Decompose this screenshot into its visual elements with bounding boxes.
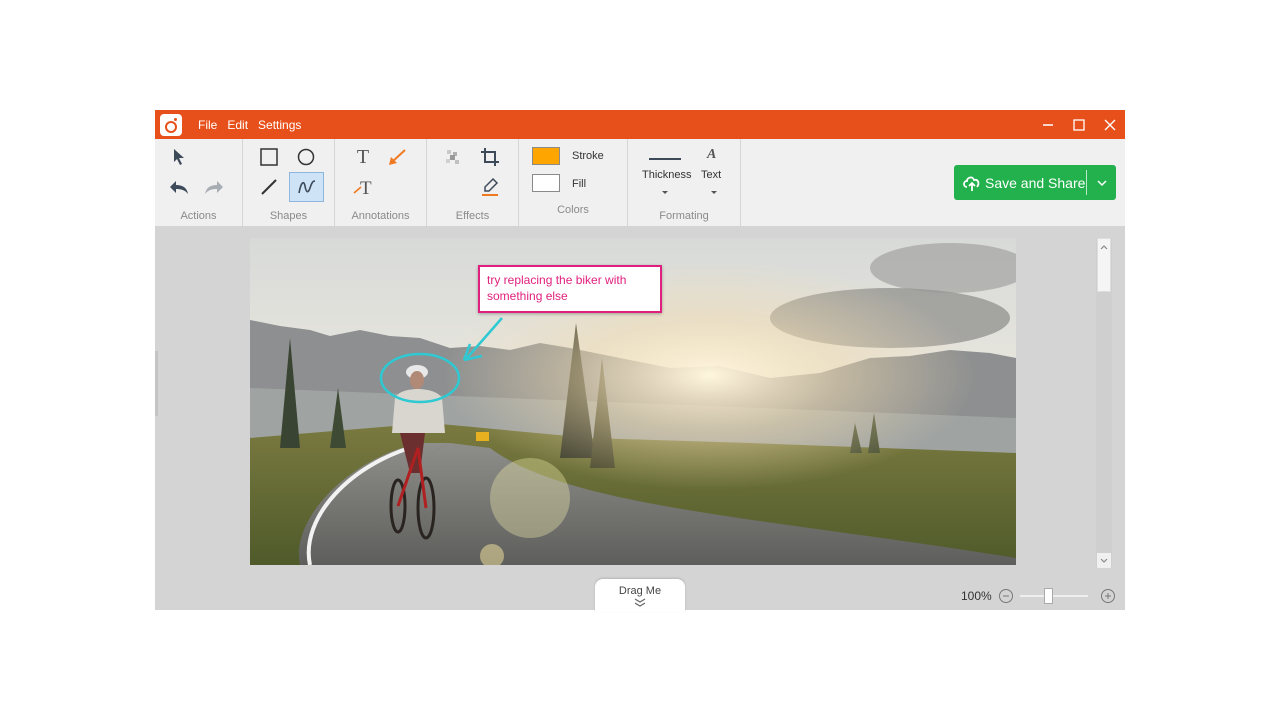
actions-label: Actions <box>180 210 217 222</box>
annotation-callout-box[interactable]: try replacing the biker with something e… <box>478 265 662 313</box>
cloud-upload-icon <box>963 176 980 191</box>
text-with-arrow-icon: T <box>353 178 372 197</box>
redo-icon <box>205 181 223 194</box>
group-actions: Actions <box>155 139 243 226</box>
scrollbar-thumb[interactable] <box>1097 238 1111 292</box>
font-italic-a-icon: A <box>707 147 717 162</box>
arrow-icon <box>389 149 406 165</box>
zoom-out-icon[interactable] <box>998 588 1014 604</box>
crop-icon <box>481 148 499 166</box>
highlighter-icon <box>482 177 499 196</box>
save-options-dropdown[interactable] <box>1087 165 1116 200</box>
menu-file[interactable]: File <box>198 118 217 132</box>
fill-color-swatch[interactable] <box>532 174 560 192</box>
menu-edit[interactable]: Edit <box>227 118 248 132</box>
chevron-down-small-icon <box>1100 558 1108 563</box>
drag-me-label: Drag Me <box>618 585 662 597</box>
colors-label: Colors <box>557 204 589 216</box>
chevron-up-icon <box>1100 245 1108 250</box>
thickness-label: Thickness <box>642 169 692 181</box>
stroke-label: Stroke <box>572 150 604 162</box>
thickness-line-icon <box>649 158 681 160</box>
close-button[interactable] <box>1094 110 1125 139</box>
save-and-share-label: Save and Share <box>985 174 1086 191</box>
app-window: File Edit Settings Actions Shapes T T An… <box>155 110 1125 612</box>
zoom-in-icon[interactable] <box>1100 588 1116 604</box>
annotations-label: Annotations <box>351 210 410 222</box>
maximize-button[interactable] <box>1063 110 1094 139</box>
minimize-icon <box>1042 123 1053 126</box>
text-format-dropdown[interactable]: A Text <box>698 147 728 199</box>
stroke-color-swatch[interactable] <box>532 147 560 165</box>
line-icon <box>261 179 277 195</box>
zoom-level: 100% <box>961 589 992 603</box>
zoom-control: 100% <box>961 588 1116 604</box>
menu-settings[interactable]: Settings <box>258 118 301 132</box>
group-effects: Effects <box>427 139 519 226</box>
save-and-share-button[interactable]: Save and Share <box>954 165 1116 200</box>
callout-text-tool[interactable]: T <box>347 173 379 201</box>
zoom-slider[interactable] <box>1019 588 1088 604</box>
vertical-scrollbar[interactable] <box>1096 238 1112 568</box>
drag-me-handle[interactable]: Drag Me <box>595 579 685 612</box>
crop-tool[interactable] <box>474 143 506 171</box>
double-chevron-down-icon <box>634 598 646 607</box>
line-tool[interactable] <box>253 173 285 201</box>
effects-label: Effects <box>455 210 490 222</box>
scroll-down-button[interactable] <box>1097 553 1111 568</box>
group-colors: Stroke Fill Colors <box>519 139 628 226</box>
formatting-label: Formating <box>659 210 709 222</box>
arrow-tool[interactable] <box>381 143 413 171</box>
ellipse-tool[interactable] <box>290 143 322 171</box>
group-annotations: T T Annotations <box>335 139 427 226</box>
minimize-button[interactable] <box>1032 110 1063 139</box>
shapes-label: Shapes <box>269 210 308 222</box>
select-tool[interactable] <box>163 143 195 171</box>
svg-text:T: T <box>360 178 372 197</box>
app-logo-icon <box>160 113 182 136</box>
pixelate-tool[interactable] <box>437 143 469 171</box>
side-resize-handle[interactable] <box>155 351 158 416</box>
highlighter-tool[interactable] <box>474 173 506 201</box>
text-t-icon: T <box>356 145 370 168</box>
rectangle-icon <box>260 148 278 166</box>
rectangle-tool[interactable] <box>253 143 285 171</box>
canvas-area: try replacing the biker with something e… <box>155 226 1125 612</box>
thickness-dropdown[interactable]: Thickness <box>638 149 693 199</box>
group-formatting: Thickness A Text Formating <box>628 139 741 226</box>
toolbar: Actions Shapes T T Annotations Effects S… <box>155 139 1125 226</box>
close-icon <box>1104 119 1115 130</box>
pixelate-icon <box>446 150 459 164</box>
fill-label: Fill <box>572 178 587 190</box>
group-shapes: Shapes <box>243 139 335 226</box>
title-bar: File Edit Settings <box>155 110 1125 139</box>
chevron-down-icon <box>1096 179 1107 186</box>
redo-button[interactable] <box>198 173 230 201</box>
cursor-arrow-icon <box>174 149 184 165</box>
freehand-curve-icon <box>297 180 315 194</box>
undo-icon <box>170 181 188 194</box>
freehand-tool[interactable] <box>289 172 324 202</box>
text-tool[interactable]: T <box>347 143 379 171</box>
text-label: Text <box>701 169 722 181</box>
circle-icon <box>297 148 315 166</box>
thickness-caret-icon <box>662 191 668 194</box>
zoom-slider-thumb[interactable] <box>1044 588 1054 604</box>
maximize-icon <box>1072 118 1085 131</box>
text-caret-icon <box>711 191 717 194</box>
canvas-image[interactable]: try replacing the biker with something e… <box>250 238 1016 565</box>
undo-button[interactable] <box>163 173 195 201</box>
